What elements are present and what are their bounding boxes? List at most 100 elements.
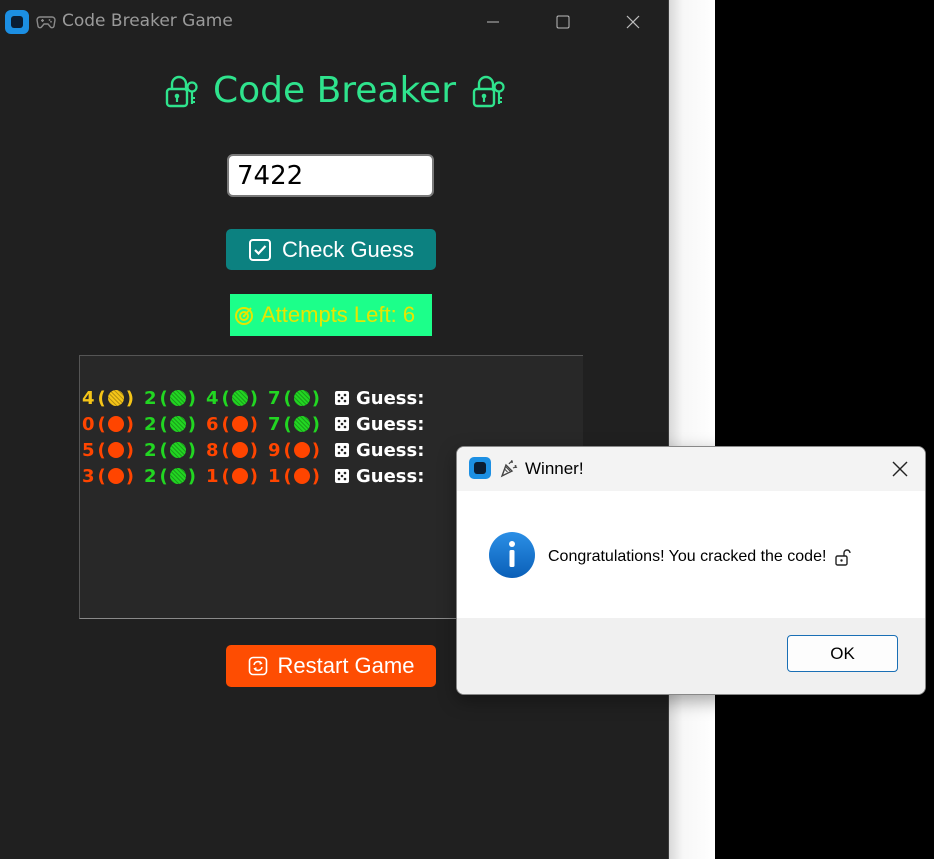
dice-icon (335, 443, 349, 457)
paren-close: ) (311, 387, 320, 409)
paren-open: ( (283, 387, 292, 409)
history-digit: 4() (82, 388, 134, 409)
history-digit: 2() (144, 388, 196, 409)
history-digit: 2() (144, 440, 196, 461)
paren-open: ( (221, 387, 230, 409)
paren-close: ) (249, 387, 258, 409)
winner-dialog: Winner! Congratulations! You cracked the… (456, 446, 926, 695)
history-row: 0() 2() 6() 7() Guess: (82, 412, 424, 436)
digit-value: 2 (144, 465, 157, 487)
app-icon (5, 10, 29, 34)
digit-value: 9 (268, 439, 281, 461)
paren-close: ) (249, 413, 258, 435)
digit-value: 6 (206, 413, 219, 435)
close-icon (892, 461, 908, 477)
red-dot-icon (107, 416, 124, 432)
check-guess-button[interactable]: Check Guess (226, 229, 436, 270)
check-guess-label: Check Guess (281, 236, 415, 262)
attempts-left-label: Attempts Left: 6 (230, 294, 432, 336)
history-digit: 7() (268, 388, 320, 409)
history-digit: 4() (206, 388, 258, 409)
paren-open: ( (159, 413, 168, 435)
red-dot-icon (231, 442, 248, 458)
target-icon (235, 307, 253, 325)
paren-open: ( (283, 439, 292, 461)
digit-value: 2 (144, 387, 157, 409)
paren-open: ( (97, 387, 106, 409)
paren-open: ( (159, 439, 168, 461)
paren-close: ) (187, 465, 196, 487)
history-digit: 6() (206, 414, 258, 435)
close-icon (626, 15, 640, 29)
refresh-icon (248, 656, 267, 676)
paren-close: ) (187, 439, 196, 461)
dialog-message: Congratulations! You cracked the code! (548, 548, 852, 566)
red-dot-icon (231, 468, 248, 484)
party-popper-icon (500, 459, 518, 478)
guess-label: Guess: (356, 465, 425, 487)
paren-close: ) (249, 465, 258, 487)
digit-value: 2 (144, 413, 157, 435)
green-dot-icon (169, 468, 186, 484)
locked-key-icon (165, 75, 198, 107)
paren-open: ( (97, 413, 106, 435)
red-dot-icon (107, 468, 124, 484)
guess-label: Guess: (356, 413, 425, 435)
restart-game-button[interactable]: Restart Game (226, 645, 436, 687)
history-digit: 1() (268, 466, 320, 487)
paren-close: ) (187, 387, 196, 409)
digit-value: 7 (268, 413, 281, 435)
history-digit: 9() (268, 440, 320, 461)
paren-open: ( (97, 439, 106, 461)
info-icon (489, 532, 535, 578)
guess-input[interactable] (227, 154, 434, 197)
history-digit: 3() (82, 466, 134, 487)
digit-value: 7 (268, 387, 281, 409)
history-digit: 0() (82, 414, 134, 435)
paren-open: ( (283, 465, 292, 487)
dialog-message-text: Congratulations! You cracked the code! (548, 548, 827, 565)
titlebar: Code Breaker Game (0, 0, 668, 44)
restart-game-label: Restart Game (277, 653, 415, 678)
green-dot-icon (293, 416, 310, 432)
minimize-button[interactable] (458, 0, 528, 44)
dialog-close-button[interactable] (875, 447, 925, 491)
dialog-body: Congratulations! You cracked the code! (457, 491, 925, 618)
dialog-footer: OK (457, 618, 925, 694)
paren-close: ) (311, 465, 320, 487)
digit-value: 2 (144, 439, 157, 461)
red-dot-icon (107, 442, 124, 458)
history-digit: 7() (268, 414, 320, 435)
green-dot-icon (169, 416, 186, 432)
minimize-icon (487, 21, 499, 23)
page-title: Code Breaker (0, 70, 669, 118)
paren-open: ( (221, 465, 230, 487)
dice-icon (335, 417, 349, 431)
window-shadow (669, 0, 715, 859)
yellow-dot-icon (107, 390, 124, 406)
locked-key-icon (472, 75, 505, 107)
history-row: 4() 2() 4() 7() Guess: (82, 386, 424, 410)
digit-value: 3 (82, 465, 95, 487)
paren-open: ( (221, 413, 230, 435)
maximize-button[interactable] (528, 0, 598, 44)
history-digit: 2() (144, 466, 196, 487)
gamepad-icon (36, 16, 56, 29)
history-digit: 1() (206, 466, 258, 487)
paren-close: ) (125, 465, 134, 487)
heading-text: Code Breaker (212, 70, 457, 111)
paren-open: ( (283, 413, 292, 435)
dice-icon (335, 469, 349, 483)
close-button[interactable] (598, 0, 668, 44)
paren-open: ( (97, 465, 106, 487)
digit-value: 4 (206, 387, 219, 409)
guess-label: Guess: (356, 439, 425, 461)
paren-close: ) (125, 413, 134, 435)
red-dot-icon (231, 416, 248, 432)
ok-button[interactable]: OK (787, 635, 898, 672)
app-icon (469, 457, 491, 479)
paren-close: ) (125, 387, 134, 409)
digit-value: 1 (206, 465, 219, 487)
green-dot-icon (293, 390, 310, 406)
digit-value: 0 (82, 413, 95, 435)
